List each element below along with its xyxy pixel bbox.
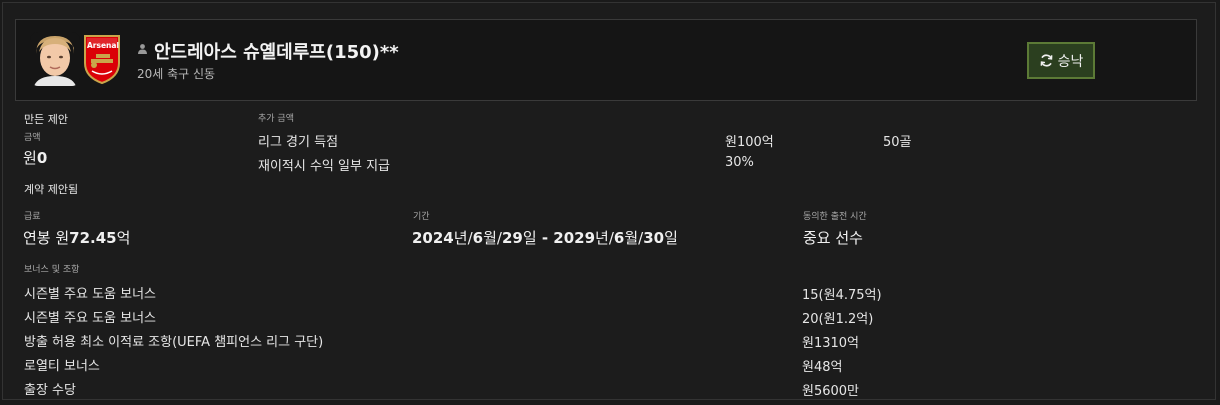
bonus-row-label: 시즌별 주요 도움 보너스 bbox=[24, 287, 156, 302]
period-label: 기간 bbox=[413, 212, 430, 222]
additional-row-value: 30% bbox=[725, 155, 754, 170]
playing-time-label: 동의한 출전 시간 bbox=[803, 212, 867, 222]
accept-button-label: 승낙 bbox=[1057, 53, 1084, 70]
person-icon bbox=[138, 44, 147, 54]
bonus-row-value: 15(원4.75억) bbox=[802, 288, 882, 303]
wage-label: 급료 bbox=[24, 212, 41, 222]
bonus-row-label: 방출 허용 최소 이적료 조항(UEFA 챔피언스 리그 구단) bbox=[24, 335, 324, 350]
wage-value: 연봉 원72.45억 bbox=[23, 229, 131, 247]
player-name[interactable]: 안드레아스 슈옐데루프(150)** bbox=[154, 38, 399, 64]
additional-row-value: 원100억 bbox=[725, 135, 774, 150]
bonuses-title: 보너스 및 조항 bbox=[24, 265, 80, 275]
player-avatar bbox=[30, 32, 80, 86]
contract-period: 2024년/6월/29일 - 2029년/6월/30일 bbox=[412, 229, 678, 247]
upfront-title: 만든 제안 bbox=[24, 113, 68, 126]
bonus-row-label: 시즌별 주요 도움 보너스 bbox=[24, 311, 156, 326]
upfront-amount-value: 원0 bbox=[23, 149, 48, 167]
playing-time-value: 중요 선수 bbox=[803, 229, 863, 247]
bonus-row-value: 원1310억 bbox=[802, 336, 860, 351]
upfront-amount-label: 금액 bbox=[24, 133, 41, 143]
contract-title: 계약 제안됨 bbox=[24, 183, 79, 196]
bonus-row-value: 원48억 bbox=[802, 360, 843, 375]
crest-club-name: Arsenal bbox=[87, 41, 120, 50]
additional-row-label: 재이적시 수익 일부 지급 bbox=[258, 159, 390, 174]
accept-button[interactable]: 승낙 bbox=[1027, 42, 1095, 79]
bonus-row-label: 출장 수당 bbox=[24, 383, 76, 398]
refresh-icon bbox=[1040, 54, 1053, 67]
player-subtitle: 20세 축구 신동 bbox=[137, 67, 216, 81]
additional-row-label: 리그 경기 득점 bbox=[258, 135, 339, 150]
bonus-row-value: 20(원1.2억) bbox=[802, 312, 874, 327]
additional-title: 추가 금액 bbox=[258, 114, 294, 124]
additional-row-extra: 50골 bbox=[883, 135, 912, 150]
bonus-row-label: 로열티 보너스 bbox=[24, 359, 100, 374]
bonus-row-value: 원5600만 bbox=[802, 384, 860, 399]
